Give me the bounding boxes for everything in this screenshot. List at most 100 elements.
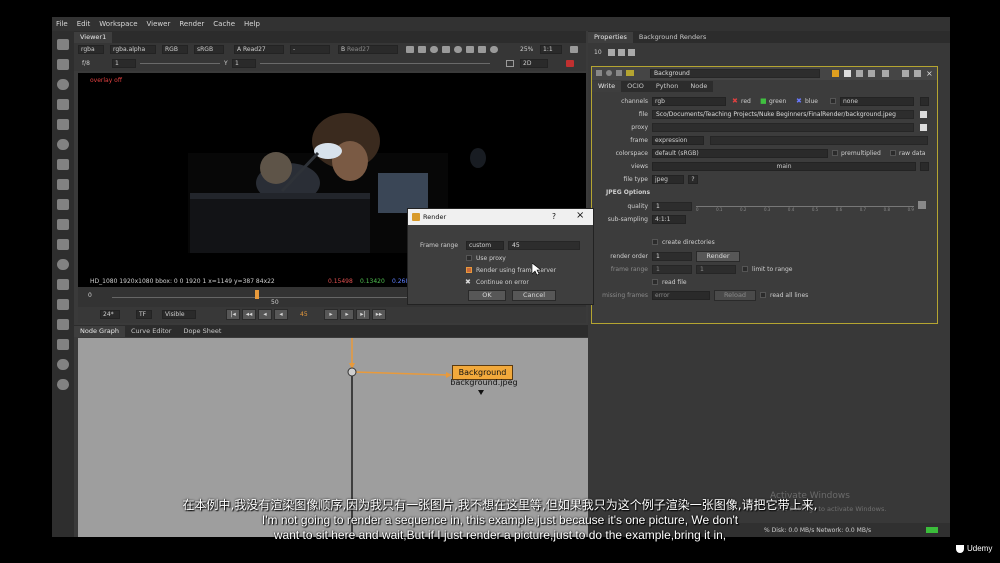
filter-tool-icon[interactable]: [57, 139, 69, 150]
keyer-tool-icon[interactable]: [57, 159, 69, 170]
furnace-tool-icon[interactable]: [57, 359, 69, 370]
tab-node[interactable]: Node: [684, 81, 714, 92]
green-checkbox[interactable]: ■: [760, 98, 767, 105]
alpha-channel-dropdown[interactable]: none: [840, 97, 914, 106]
sub-sampling-dropdown[interactable]: 4:1:1: [652, 215, 686, 224]
pause-icon[interactable]: [566, 60, 574, 67]
gamma-field[interactable]: 1: [232, 59, 256, 68]
revert-icon[interactable]: [882, 70, 889, 77]
input-a-select[interactable]: A Read27: [234, 45, 284, 54]
image-tool-icon[interactable]: [57, 39, 69, 50]
prev-keyframe-button[interactable]: ◂◂: [242, 309, 256, 320]
lut-select[interactable]: sRGB: [194, 45, 224, 54]
dialog-close-button[interactable]: ×: [576, 210, 584, 221]
alpha-checkbox[interactable]: [830, 98, 836, 104]
3d-tool-icon[interactable]: [57, 219, 69, 230]
views-menu[interactable]: [920, 162, 929, 171]
tab-node-graph[interactable]: Node Graph: [74, 326, 125, 337]
gain-field[interactable]: 1: [112, 59, 136, 68]
draw-tool-icon[interactable]: [57, 59, 69, 70]
create-directories-checkbox[interactable]: [652, 239, 658, 245]
render-button[interactable]: Render: [696, 251, 740, 262]
viewer-tool-icon-8[interactable]: [490, 46, 498, 53]
viewer-tool-icon-4[interactable]: [442, 46, 450, 53]
particles-tool-icon[interactable]: [57, 239, 69, 250]
tab-background-renders[interactable]: Background Renders: [632, 32, 713, 43]
frame-range-mode-dropdown[interactable]: custom: [466, 241, 504, 250]
zoom-percent[interactable]: 25%: [520, 46, 533, 53]
quality-animation-icon[interactable]: [918, 201, 926, 209]
read-file-checkbox[interactable]: [652, 279, 658, 285]
alpha-select[interactable]: rgba.alpha: [110, 45, 156, 54]
gamma-slider[interactable]: [260, 63, 490, 64]
tab-python[interactable]: Python: [649, 81, 685, 92]
limit-to-range-checkbox[interactable]: [742, 266, 748, 272]
properties-lock-icon[interactable]: [608, 49, 615, 56]
menu-file[interactable]: File: [56, 20, 68, 28]
redo-icon[interactable]: [868, 70, 875, 77]
node-name-field[interactable]: Background: [650, 69, 820, 78]
colorspace-dropdown[interactable]: default (sRGB): [652, 149, 828, 158]
undo-icon[interactable]: [856, 70, 863, 77]
gain-slider[interactable]: [140, 63, 220, 64]
missing-frames-dropdown[interactable]: error: [652, 291, 710, 300]
file-type-help-button[interactable]: ?: [688, 175, 698, 184]
properties-count[interactable]: 10: [594, 49, 602, 56]
frame-server-checkbox[interactable]: [466, 267, 472, 273]
tab-curve-editor[interactable]: Curve Editor: [124, 326, 178, 337]
timeline-track[interactable]: [112, 297, 412, 298]
viewer-tool-icon-1[interactable]: [406, 46, 414, 53]
reload-button[interactable]: Reload: [714, 290, 756, 301]
viewer-tool-icon-2[interactable]: [418, 46, 426, 53]
roi-icon[interactable]: [506, 60, 514, 67]
next-frame-button[interactable]: ▸: [340, 309, 354, 320]
menu-render[interactable]: Render: [179, 20, 204, 28]
file-browse-icon[interactable]: [920, 111, 927, 118]
menu-help[interactable]: Help: [244, 20, 260, 28]
use-proxy-checkbox[interactable]: [466, 255, 472, 261]
ok-button[interactable]: OK: [468, 290, 506, 301]
compare-mode-select[interactable]: -: [290, 45, 330, 54]
timeline-playhead[interactable]: [255, 290, 259, 299]
premultiplied-checkbox[interactable]: [832, 150, 838, 156]
input-b-select[interactable]: B Read27: [338, 45, 398, 54]
visible-select[interactable]: Visible: [162, 310, 196, 319]
red-checkbox[interactable]: ✖: [732, 98, 738, 105]
tab-dope-sheet[interactable]: Dope Sheet: [177, 326, 228, 337]
file-type-dropdown[interactable]: jpeg: [652, 175, 684, 184]
deep-tool-icon[interactable]: [57, 259, 69, 270]
tile-color-icon[interactable]: [832, 70, 839, 77]
blue-checkbox[interactable]: ✖: [796, 98, 802, 105]
time-tool-icon[interactable]: [57, 79, 69, 90]
float-icon[interactable]: [616, 70, 622, 76]
viewer-lock-icon[interactable]: [570, 46, 578, 53]
read-all-lines-checkbox[interactable]: [760, 292, 766, 298]
toolsets-tool-icon[interactable]: [57, 319, 69, 330]
play-back-button[interactable]: ◂: [274, 309, 288, 320]
proxy-browse-icon[interactable]: [920, 124, 927, 131]
tab-write[interactable]: Write: [592, 81, 622, 92]
frame-range-value-input[interactable]: 45: [508, 241, 580, 250]
first-frame-button[interactable]: |◂: [226, 309, 240, 320]
float-panel-icon[interactable]: [902, 70, 909, 77]
fps-field[interactable]: 24*: [100, 310, 120, 319]
other-tool-icon[interactable]: [57, 339, 69, 350]
channels-dropdown[interactable]: rgb: [652, 97, 726, 106]
tab-viewer1[interactable]: Viewer1: [74, 32, 113, 43]
viewer-tool-icon-7[interactable]: [478, 46, 486, 53]
properties-clear-icon[interactable]: [618, 49, 625, 56]
viewer-tool-icon-6[interactable]: [466, 46, 474, 53]
viewer-tool-icon-3[interactable]: [430, 46, 438, 53]
tab-properties[interactable]: Properties: [588, 32, 633, 43]
tf-select[interactable]: TF: [136, 310, 152, 319]
last-frame-button[interactable]: ▸▸: [372, 309, 386, 320]
current-frame-field[interactable]: 45: [300, 311, 308, 318]
metadata-tool-icon[interactable]: [57, 299, 69, 310]
menu-cache[interactable]: Cache: [213, 20, 235, 28]
next-keyframe-button[interactable]: ▸|: [356, 309, 370, 320]
close-node-icon[interactable]: ×: [926, 69, 933, 78]
color-tool-icon[interactable]: [57, 119, 69, 130]
node-color-icon[interactable]: [626, 70, 634, 76]
cancel-button[interactable]: Cancel: [512, 290, 556, 301]
collapse-icon[interactable]: [596, 70, 602, 76]
